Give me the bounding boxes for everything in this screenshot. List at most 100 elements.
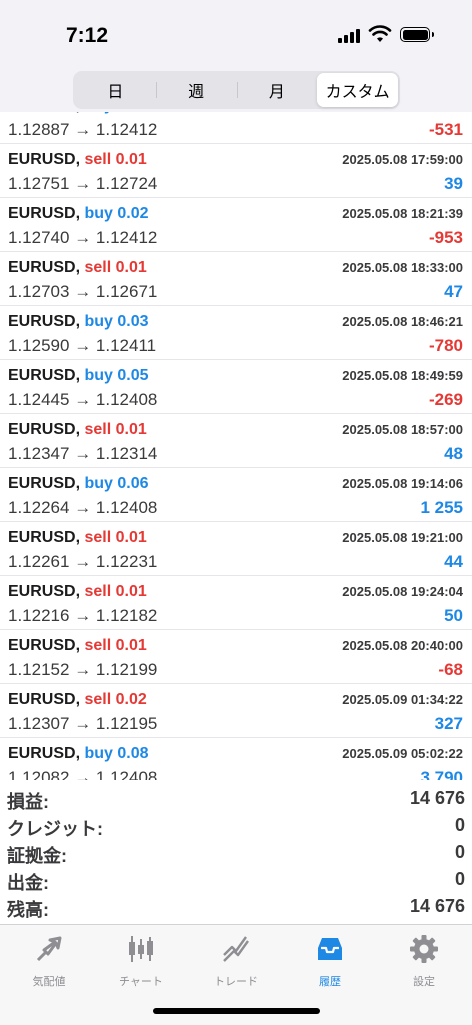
- deal-side: sell: [84, 421, 112, 438]
- deal-title: EURUSD, buy 0.05: [8, 367, 149, 385]
- history-summary: 損益: 14 676 クレジット: 0 証拠金: 0 出金: 0 残高: 14 …: [0, 786, 472, 922]
- deal-history-list[interactable]: EURUSD, buy 0.08 2025.05.08 17:00:00 1.128…: [0, 112, 472, 780]
- deal-title: EURUSD, sell 0.01: [8, 637, 147, 655]
- tabbar-quotes[interactable]: 気配値: [9, 933, 89, 993]
- deal-row[interactable]: EURUSD, buy 0.02 2025.05.08 18:21:39 1.127…: [0, 198, 472, 252]
- deal-row[interactable]: EURUSD, sell 0.01 2025.05.08 18:33:00 1.12…: [0, 252, 472, 306]
- deal-lot: 0.06: [117, 475, 149, 492]
- deal-side: buy: [84, 475, 113, 492]
- deal-datetime: 2025.05.08 19:14:06: [342, 476, 463, 491]
- settings-icon: [410, 935, 438, 963]
- trade-icon: [223, 936, 249, 962]
- deal-row[interactable]: EURUSD, buy 0.03 2025.05.08 18:46:21 1.125…: [0, 306, 472, 360]
- summary-deposit-row: 証拠金: 0: [0, 840, 472, 867]
- deal-datetime: 2025.05.09 05:02:22: [342, 746, 463, 761]
- arrow-right-icon: →: [74, 228, 92, 247]
- deal-row[interactable]: EURUSD, sell 0.02 2025.05.09 01:34:22 1.12…: [0, 684, 472, 738]
- deal-side: sell: [84, 151, 112, 168]
- deal-profit: 39: [444, 174, 463, 193]
- deal-prices: 1.12152 → 1.12199: [8, 660, 157, 680]
- deal-row[interactable]: EURUSD, sell 0.01 2025.05.08 17:59:00 1.12…: [0, 144, 472, 198]
- tab-week[interactable]: 週: [155, 73, 237, 107]
- deal-datetime: 2025.05.09 01:34:22: [342, 692, 463, 707]
- deal-title: EURUSD, buy 0.08: [8, 745, 149, 763]
- tabbar-trade[interactable]: トレード: [196, 933, 276, 993]
- period-header: 日 週 月 カスタム: [0, 62, 472, 112]
- deal-prices: 1.12445 → 1.12408: [8, 390, 157, 410]
- status-time: 7:12: [66, 24, 109, 47]
- deal-lot: 0.08: [117, 112, 148, 114]
- deal-profit: 44: [444, 552, 463, 571]
- deal-row[interactable]: EURUSD, buy 0.05 2025.05.08 18:49:59 1.124…: [0, 360, 472, 414]
- deal-symbol: EURUSD,: [8, 691, 81, 708]
- deal-profit: -531: [428, 120, 463, 139]
- summary-profit-value: 14 676: [409, 788, 465, 808]
- tab-day[interactable]: 日: [75, 73, 156, 107]
- deal-title: EURUSD, buy 0.03: [8, 313, 149, 331]
- arrow-right-icon: →: [74, 336, 92, 355]
- deal-prices: 1.12082 → 1.12408: [8, 768, 157, 780]
- deal-lot: 0.02: [115, 691, 147, 708]
- deal-title: EURUSD, sell 0.01: [8, 151, 147, 169]
- deal-prices: 1.12307 → 1.12195: [8, 714, 157, 734]
- deal-symbol: EURUSD,: [8, 529, 81, 546]
- summary-withdrawal-row: 出金: 0: [0, 867, 472, 894]
- deal-row[interactable]: EURUSD, sell 0.01 2025.05.08 19:24:04 1.12…: [0, 576, 472, 630]
- deal-side: buy: [84, 745, 113, 762]
- history-icon: [318, 938, 342, 960]
- tabbar-history-label: 履歴: [319, 976, 341, 988]
- deal-lot: 0.01: [115, 583, 147, 600]
- deal-row[interactable]: EURUSD, sell 0.01 2025.05.08 19:21:00 1.12…: [0, 522, 472, 576]
- deal-close-price: 1.12412: [95, 120, 158, 139]
- summary-profit-label: 損益:: [7, 792, 49, 812]
- deal-profit: 50: [444, 606, 463, 625]
- summary-balance-row: 残高: 14 676: [0, 894, 472, 921]
- summary-withdrawal-value: 0: [454, 869, 465, 889]
- deal-side: sell: [84, 583, 112, 600]
- tabbar-history[interactable]: 履歴: [290, 933, 370, 993]
- arrow-right-icon: →: [74, 174, 92, 193]
- tabbar-settings[interactable]: 設定: [384, 933, 464, 993]
- chart-icon: [129, 936, 153, 962]
- summary-profit-row: 損益: 14 676: [0, 786, 472, 813]
- deal-close-price: 1.12412: [95, 228, 158, 247]
- period-segmented-control: 日 週 月 カスタム: [73, 71, 400, 109]
- deal-prices: 1.12590 → 1.12411: [8, 336, 156, 356]
- deal-lot: 0.01: [115, 529, 147, 546]
- deal-prices: 1.12703 → 1.12671: [8, 282, 157, 302]
- deal-side: buy: [84, 367, 113, 384]
- deal-profit: 48: [444, 444, 463, 463]
- deal-row[interactable]: EURUSD, buy 0.06 2025.05.08 19:14:06 1.122…: [0, 468, 472, 522]
- deal-profit: -269: [428, 390, 463, 409]
- deal-lot: 0.01: [115, 421, 147, 438]
- tabbar-chart[interactable]: チャート: [101, 933, 181, 993]
- deal-datetime: 2025.05.08 18:33:00: [342, 260, 463, 275]
- deal-row[interactable]: EURUSD, sell 0.01 2025.05.08 20:40:00 1.12…: [0, 630, 472, 684]
- deal-row[interactable]: EURUSD, buy 0.08 2025.05.08 17:00:00 1.128…: [0, 112, 472, 144]
- deal-symbol: EURUSD,: [8, 151, 81, 168]
- deal-symbol: EURUSD,: [8, 421, 81, 438]
- deal-close-price: 1.12195: [95, 714, 158, 733]
- deal-lot: 0.08: [117, 745, 149, 762]
- deal-symbol: EURUSD,: [8, 637, 81, 654]
- tab-month[interactable]: 月: [236, 73, 318, 107]
- deal-close-price: 1.12724: [95, 174, 158, 193]
- deal-symbol: EURUSD,: [8, 583, 81, 600]
- deal-datetime: 2025.05.08 20:40:00: [342, 638, 463, 653]
- deal-row[interactable]: EURUSD, buy 0.08 2025.05.09 05:02:22 1.120…: [0, 738, 472, 780]
- deal-lot: 0.02: [117, 205, 149, 222]
- deal-close-price: 1.12182: [95, 606, 158, 625]
- deal-prices: 1.12740 → 1.12412: [8, 228, 157, 248]
- deal-side: buy: [84, 205, 113, 222]
- tab-custom[interactable]: カスタム: [317, 73, 398, 107]
- arrow-right-icon: →: [74, 714, 92, 733]
- summary-balance-value: 14 676: [409, 896, 465, 916]
- deal-datetime: 2025.05.08 17:59:00: [342, 152, 463, 167]
- deal-row[interactable]: EURUSD, sell 0.01 2025.05.08 18:57:00 1.12…: [0, 414, 472, 468]
- deal-close-price: 1.12408: [95, 768, 158, 780]
- deal-title: EURUSD, buy 0.08: [8, 112, 149, 115]
- deal-title: EURUSD, sell 0.01: [8, 583, 147, 601]
- deal-prices: 1.12347 → 1.12314: [8, 444, 157, 464]
- deal-title: EURUSD, sell 0.01: [8, 529, 147, 547]
- deal-close-price: 1.12411: [95, 336, 157, 355]
